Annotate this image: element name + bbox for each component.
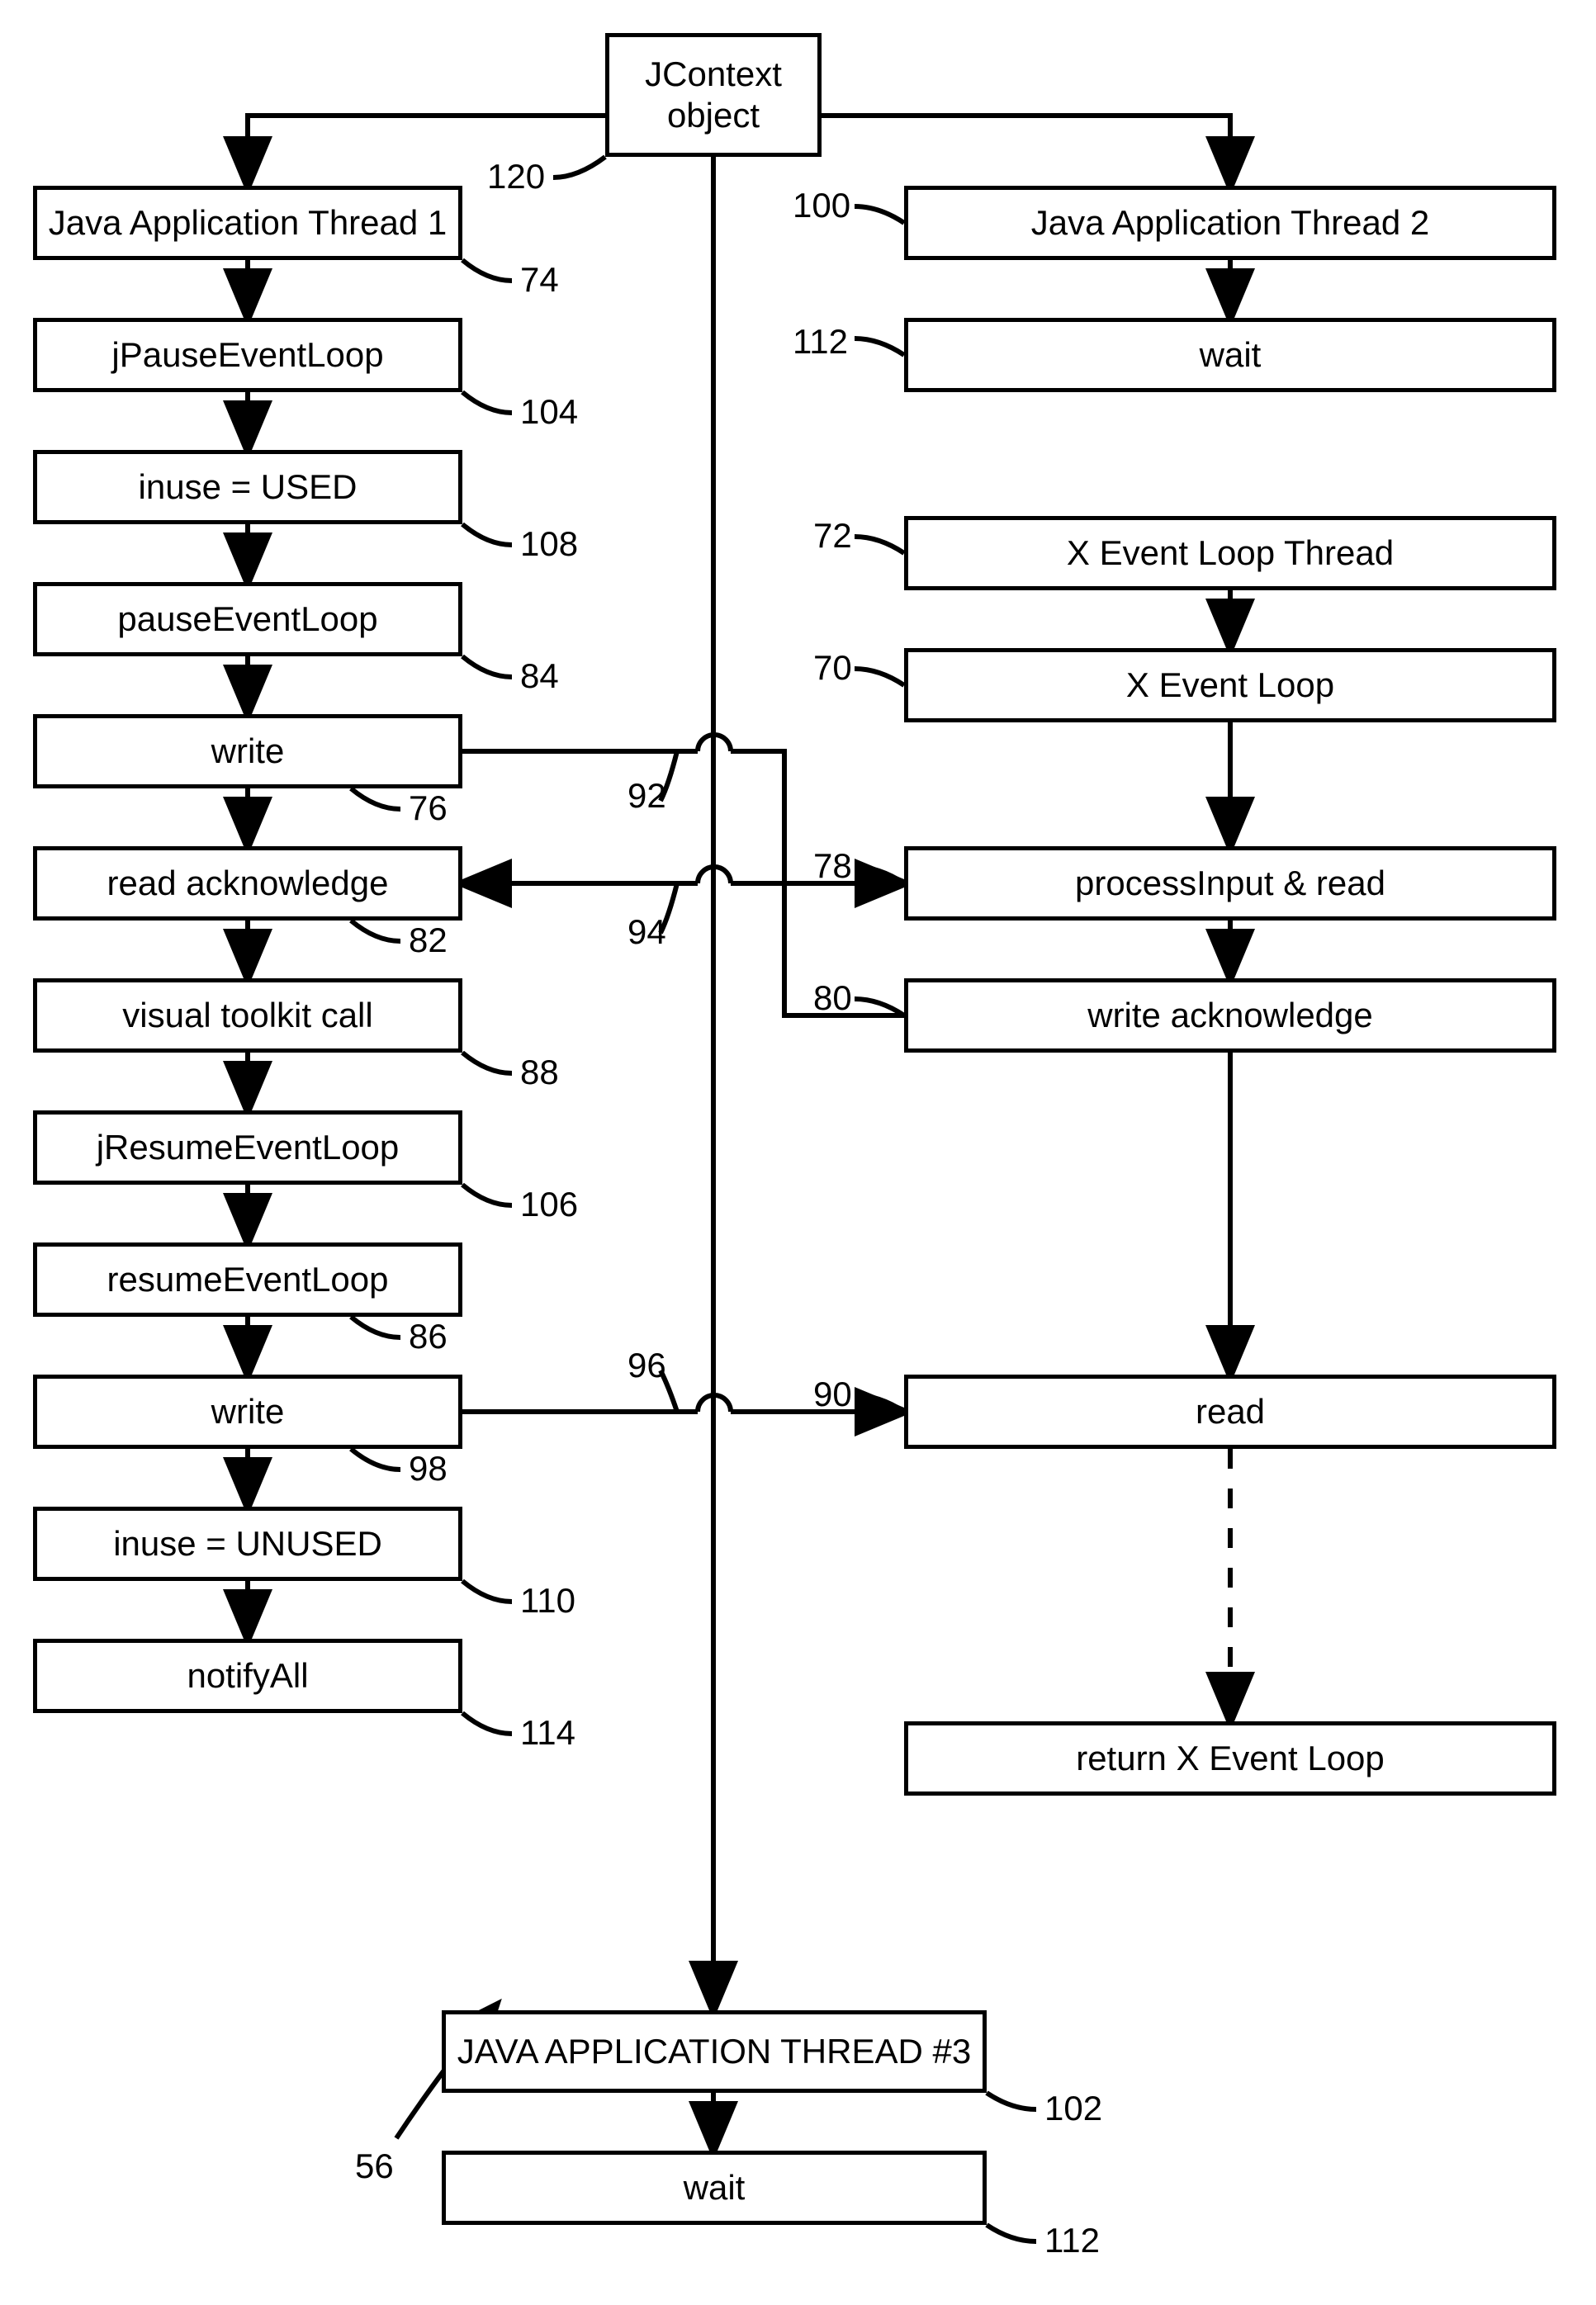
waitr-label: wait — [1200, 334, 1262, 376]
ref-106: 106 — [520, 1185, 578, 1224]
ref-112a: 112 — [793, 322, 848, 362]
ref-82: 82 — [409, 921, 448, 960]
waitb-label: wait — [684, 2167, 746, 2208]
ref-90: 90 — [813, 1375, 852, 1414]
write2-label: write — [211, 1391, 285, 1432]
box-x-event-loop-thread: X Event Loop Thread — [904, 516, 1556, 590]
box-pauseeventloop: pauseEventLoop — [33, 582, 462, 656]
ref-70: 70 — [813, 648, 852, 688]
procread-label: processInput & read — [1075, 863, 1385, 904]
box-visual-toolkit-call: visual toolkit call — [33, 978, 462, 1053]
box-wait-bottom: wait — [442, 2151, 987, 2225]
jcontext-label: JContext object — [645, 54, 782, 137]
box-jpauseeventloop: jPauseEventLoop — [33, 318, 462, 392]
ref-108: 108 — [520, 524, 578, 564]
ref-78: 78 — [813, 846, 852, 886]
jresume-label: jResumeEventLoop — [97, 1127, 400, 1168]
ref-114: 114 — [520, 1713, 575, 1753]
ref-74: 74 — [520, 260, 559, 300]
jat1-label: Java Application Thread 1 — [49, 202, 448, 244]
box-return-x-event-loop: return X Event Loop — [904, 1721, 1556, 1796]
visual-label: visual toolkit call — [122, 995, 372, 1036]
box-processinput-read: processInput & read — [904, 846, 1556, 921]
jat3-label: JAVA APPLICATION THREAD #3 — [457, 2031, 971, 2072]
resumeel-label: resumeEventLoop — [107, 1259, 389, 1300]
returnx-label: return X Event Loop — [1076, 1738, 1385, 1779]
ref-88: 88 — [520, 1053, 559, 1092]
ref-96: 96 — [628, 1346, 666, 1385]
box-inuse-unused: inuse = UNUSED — [33, 1507, 462, 1581]
readr-label: read — [1196, 1391, 1265, 1432]
xloop-label: X Event Loop — [1126, 665, 1334, 706]
ref-102: 102 — [1044, 2089, 1102, 2128]
ref-112b: 112 — [1044, 2221, 1100, 2260]
box-resumeeventloop: resumeEventLoop — [33, 1242, 462, 1317]
box-jcontext-object: JContext object — [605, 33, 822, 157]
ref-110: 110 — [520, 1581, 575, 1621]
ref-84: 84 — [520, 656, 559, 696]
box-read-right: read — [904, 1375, 1556, 1449]
box-x-event-loop: X Event Loop — [904, 648, 1556, 722]
jat2-label: Java Application Thread 2 — [1031, 202, 1430, 244]
ref-100: 100 — [793, 186, 850, 225]
ref-80: 80 — [813, 978, 852, 1018]
box-write-acknowledge: write acknowledge — [904, 978, 1556, 1053]
box-write-1: write — [33, 714, 462, 788]
box-notifyall: notifyAll — [33, 1639, 462, 1713]
ref-98: 98 — [409, 1449, 448, 1489]
xthread-label: X Event Loop Thread — [1067, 532, 1394, 574]
box-wait-right: wait — [904, 318, 1556, 392]
ref-94: 94 — [628, 912, 666, 952]
ref-120: 120 — [487, 157, 545, 196]
box-read-acknowledge: read acknowledge — [33, 846, 462, 921]
box-jat2: Java Application Thread 2 — [904, 186, 1556, 260]
box-jat3: JAVA APPLICATION THREAD #3 — [442, 2010, 987, 2093]
notify-label: notifyAll — [187, 1655, 308, 1697]
box-jat1: Java Application Thread 1 — [33, 186, 462, 260]
ref-76: 76 — [409, 788, 448, 828]
ref-92: 92 — [628, 776, 666, 816]
ref-104: 104 — [520, 392, 578, 432]
inuse-unused-label: inuse = UNUSED — [113, 1523, 382, 1564]
ref-72: 72 — [813, 516, 852, 556]
box-write-2: write — [33, 1375, 462, 1449]
ref-86: 86 — [409, 1317, 448, 1356]
box-jresumeeventloop: jResumeEventLoop — [33, 1110, 462, 1185]
box-inuse-used: inuse = USED — [33, 450, 462, 524]
jpause-label: jPauseEventLoop — [111, 334, 383, 376]
write1-label: write — [211, 731, 285, 772]
inuse-used-label: inuse = USED — [139, 466, 358, 508]
ref-56: 56 — [355, 2146, 394, 2186]
pauseel-label: pauseEventLoop — [117, 599, 377, 640]
writeack-label: write acknowledge — [1087, 995, 1373, 1036]
readack-label: read acknowledge — [107, 863, 389, 904]
